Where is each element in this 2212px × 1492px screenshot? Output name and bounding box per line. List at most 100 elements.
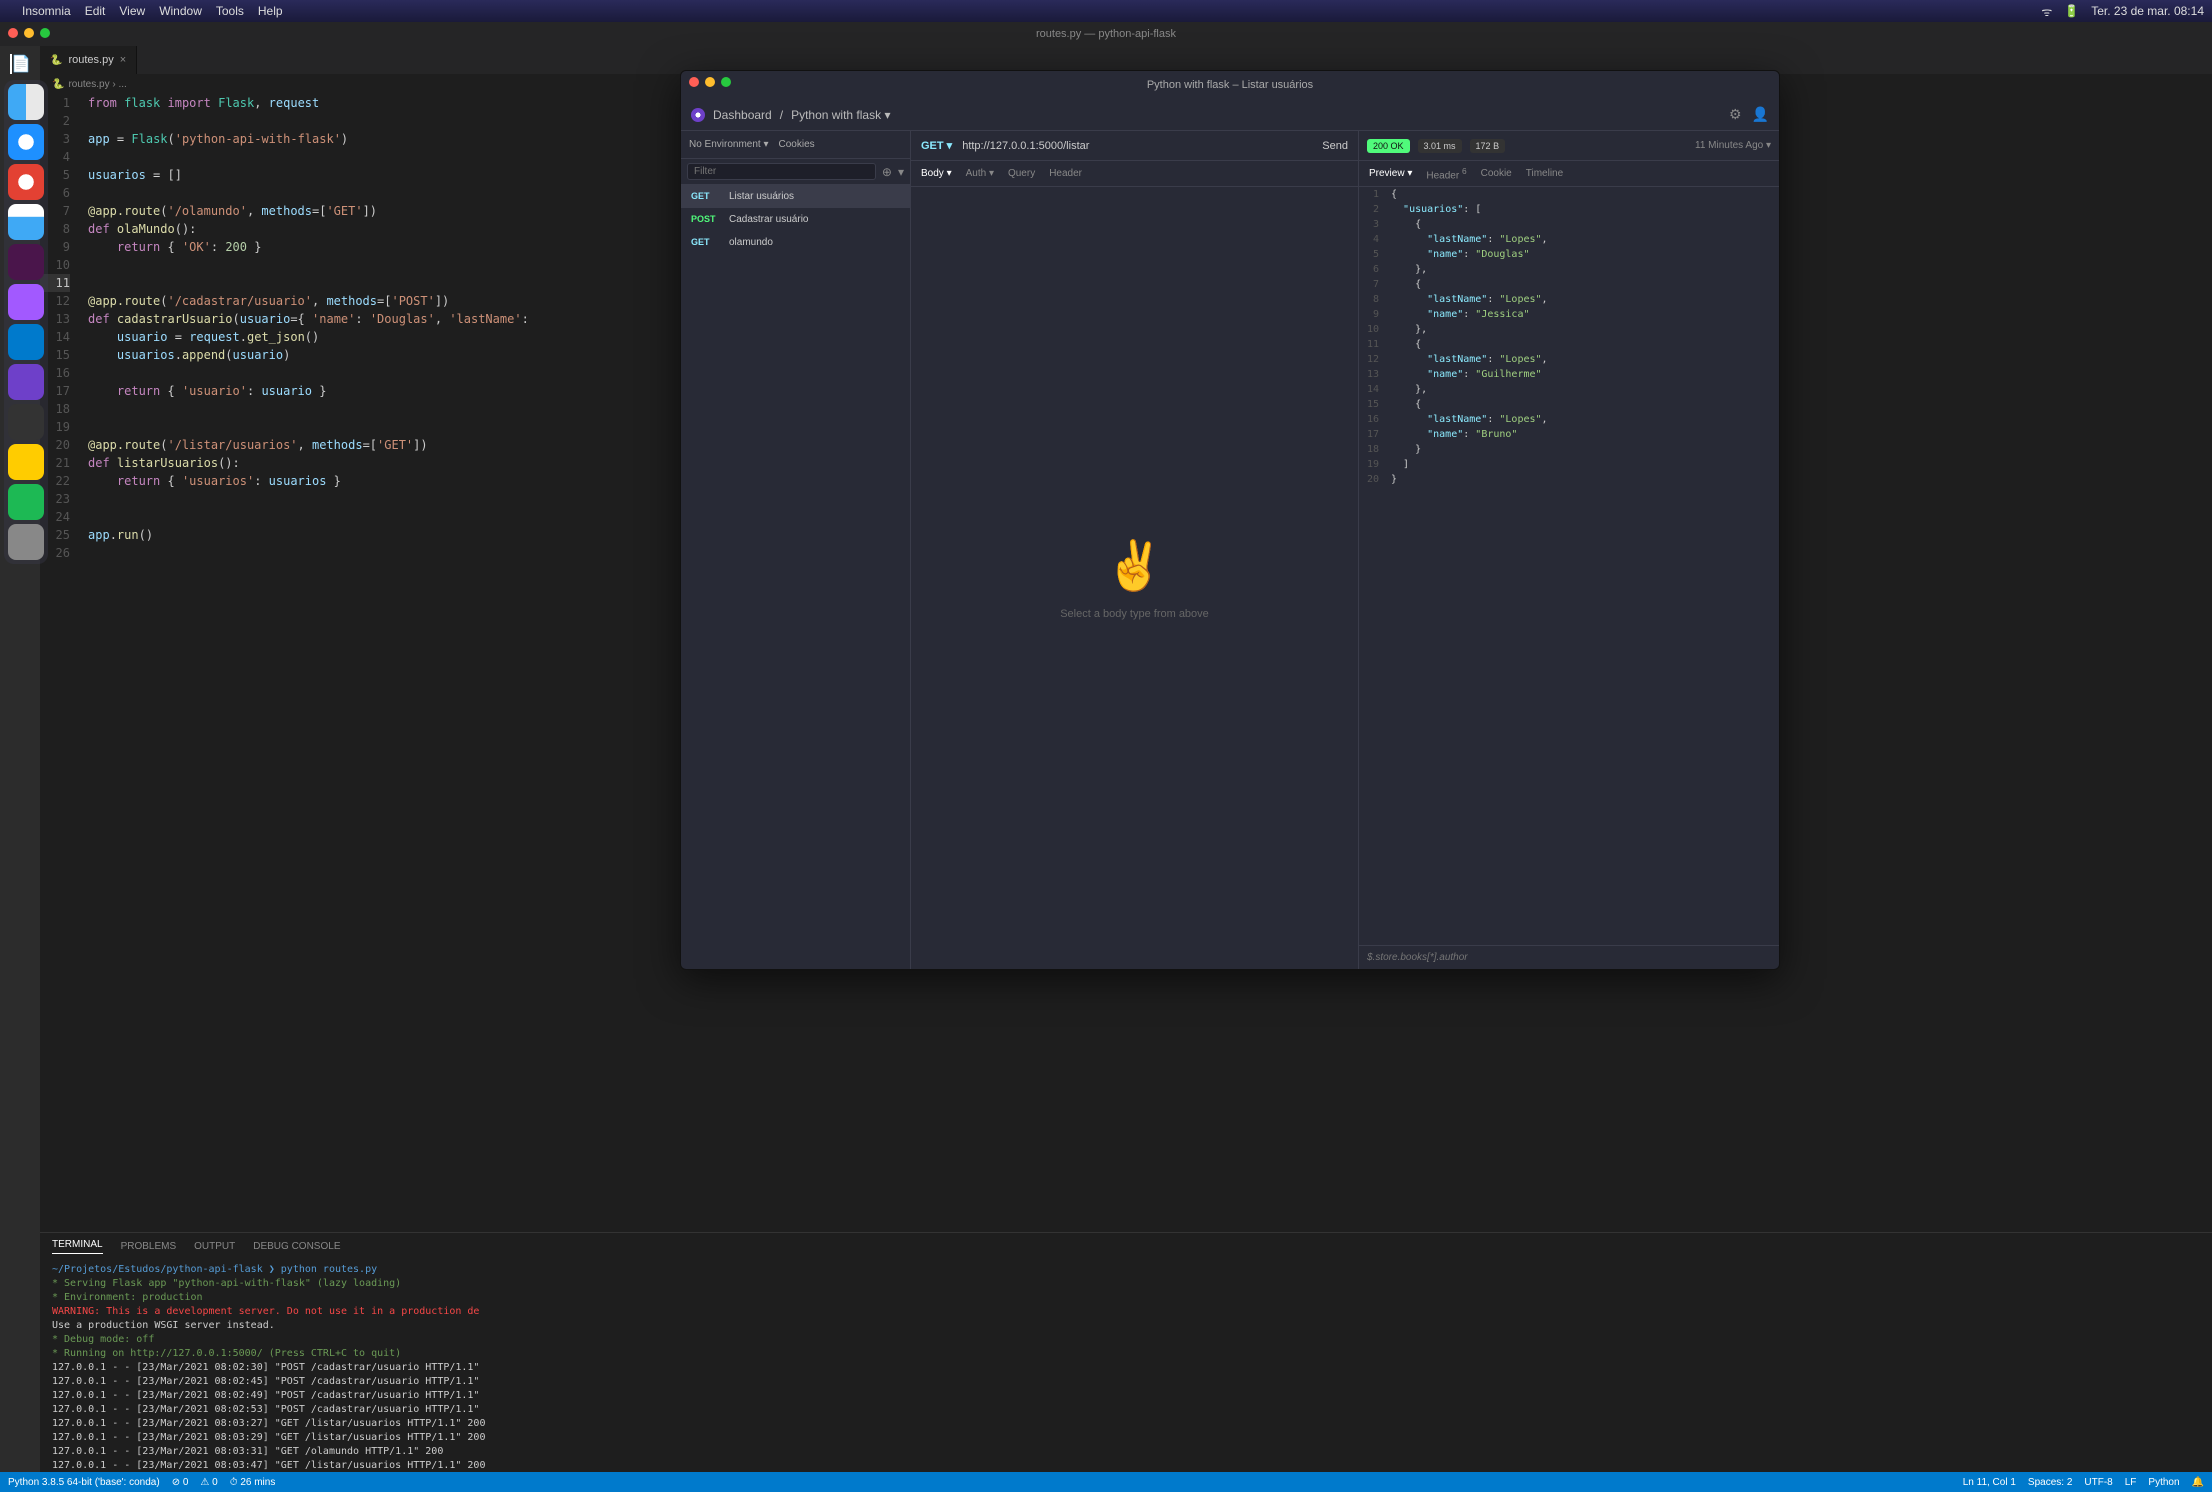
app-name[interactable]: Insomnia <box>22 4 71 18</box>
maximize-window-button[interactable] <box>721 77 731 87</box>
menu-help[interactable]: Help <box>258 4 283 18</box>
dock-notes-icon[interactable] <box>8 444 44 480</box>
dock-terminal-icon[interactable] <box>8 404 44 440</box>
dock-insomnia-icon[interactable] <box>8 364 44 400</box>
tab-cookie[interactable]: Cookie <box>1481 168 1512 179</box>
minimize-window-button[interactable] <box>705 77 715 87</box>
window-title: Python with flask – Listar usuários <box>1147 79 1313 91</box>
tab-routes-py[interactable]: routes.py × <box>40 46 137 74</box>
menu-tools[interactable]: Tools <box>216 4 244 18</box>
session-time[interactable]: ⏱ 26 mins <box>230 1477 276 1488</box>
insomnia-window: Python with flask – Listar usuários Dash… <box>680 70 1780 970</box>
clock[interactable]: Ter. 23 de mar. 08:14 <box>2091 4 2204 18</box>
dock-mail-icon[interactable] <box>8 204 44 240</box>
wifi-icon[interactable]: ᯤ <box>2041 3 2052 20</box>
body-hint: Select a body type from above <box>1060 608 1209 620</box>
dock-slack-icon[interactable] <box>8 244 44 280</box>
breadcrumb-dashboard[interactable]: Dashboard <box>713 108 772 122</box>
environment-selector[interactable]: No Environment ▾ <box>689 139 769 150</box>
close-tab-icon[interactable]: × <box>120 54 126 66</box>
jsonpath-input[interactable] <box>1367 952 1771 963</box>
response-body[interactable]: 1234567891011121314151617181920 { "usuar… <box>1359 187 1779 945</box>
dock-vscode-icon[interactable] <box>8 324 44 360</box>
user-icon[interactable]: 👤 <box>1752 106 1769 123</box>
tab-terminal[interactable]: TERMINAL <box>52 1239 103 1254</box>
add-request-icon[interactable]: ⊕ <box>882 165 892 179</box>
tab-problems[interactable]: PROBLEMS <box>121 1241 177 1252</box>
send-button[interactable]: Send <box>1312 140 1358 152</box>
history-dropdown[interactable]: 11 Minutes Ago ▾ <box>1695 140 1771 151</box>
terminal-panel: TERMINAL PROBLEMS OUTPUT DEBUG CONSOLE ~… <box>40 1232 2212 1472</box>
tab-header[interactable]: Header 6 <box>1426 166 1466 181</box>
tab-auth[interactable]: Auth ▾ <box>966 168 994 179</box>
insomnia-header: Dashboard / Python with flask ▾ ⚙ 👤 <box>681 99 1779 131</box>
request-cadastrar-usuario[interactable]: POST Cadastrar usuário <box>681 208 910 231</box>
error-count[interactable]: ⊘ 0 <box>172 1477 189 1488</box>
request-pane: GET ▾ Send Body ▾ Auth ▾ Query Header ✌ … <box>911 131 1359 969</box>
indent[interactable]: Spaces: 2 <box>2028 1477 2072 1488</box>
notifications-icon[interactable]: 🔔 <box>2192 1477 2204 1488</box>
tab-debug-console[interactable]: DEBUG CONSOLE <box>253 1241 340 1252</box>
request-olamundo[interactable]: GET olamundo <box>681 231 910 254</box>
statusbar: Python 3.8.5 64-bit ('base': conda) ⊘ 0 … <box>0 1472 2212 1492</box>
language-mode[interactable]: Python <box>2148 1477 2179 1488</box>
url-input[interactable] <box>962 140 1312 152</box>
response-line-gutter: 1234567891011121314151617181920 <box>1359 187 1385 945</box>
insomnia-logo-icon[interactable] <box>691 108 705 122</box>
encoding[interactable]: UTF-8 <box>2084 1477 2112 1488</box>
filter-bar: ⊕ ▾ <box>681 159 910 185</box>
window-title: routes.py — python-api-flask <box>1036 28 1176 40</box>
tab-timeline[interactable]: Timeline <box>1526 168 1563 179</box>
body-empty-state: ✌ Select a body type from above <box>911 187 1358 969</box>
insomnia-titlebar: Python with flask – Listar usuários <box>681 71 1779 99</box>
close-window-button[interactable] <box>8 28 18 38</box>
dock-finder-icon[interactable] <box>8 84 44 120</box>
explorer-icon[interactable]: 📄 <box>10 54 30 74</box>
filter-input[interactable] <box>687 163 876 180</box>
environment-bar: No Environment ▾ Cookies <box>681 131 910 159</box>
status-badge: 200 OK <box>1367 139 1410 153</box>
breadcrumb-workspace[interactable]: Python with flask ▾ <box>791 108 890 122</box>
menu-edit[interactable]: Edit <box>85 4 106 18</box>
menu-window[interactable]: Window <box>159 4 202 18</box>
eol[interactable]: LF <box>2125 1477 2137 1488</box>
menu-view[interactable]: View <box>119 4 145 18</box>
hand-icon: ✌ <box>1105 537 1165 594</box>
battery-icon[interactable]: 🔋 <box>2064 4 2079 18</box>
python-file-icon <box>50 54 62 66</box>
cursor-position[interactable]: Ln 11, Col 1 <box>1963 1477 2016 1488</box>
response-pane: 200 OK 3.01 ms 172 B 11 Minutes Ago ▾ Pr… <box>1359 131 1779 969</box>
python-file-icon: 🐍 <box>52 79 64 90</box>
dock-spotify-icon[interactable] <box>8 484 44 520</box>
warning-count[interactable]: ⚠ 0 <box>200 1477 217 1488</box>
method-badge: GET <box>691 191 721 202</box>
maximize-window-button[interactable] <box>40 28 50 38</box>
method-dropdown[interactable]: GET ▾ <box>911 139 962 152</box>
dock-figma-icon[interactable] <box>8 284 44 320</box>
dock-chrome-icon[interactable] <box>8 164 44 200</box>
cookies-button[interactable]: Cookies <box>779 139 815 150</box>
panel-tabs: TERMINAL PROBLEMS OUTPUT DEBUG CONSOLE <box>40 1233 2212 1259</box>
tab-query[interactable]: Query <box>1008 168 1035 179</box>
vscode-titlebar: routes.py — python-api-flask <box>0 22 2212 46</box>
request-name: Listar usuários <box>729 191 794 202</box>
request-name: Cadastrar usuário <box>729 214 808 225</box>
dock-trash-icon[interactable] <box>8 524 44 560</box>
dock-safari-icon[interactable] <box>8 124 44 160</box>
tab-body[interactable]: Body ▾ <box>921 168 952 179</box>
response-json: { "usuarios": [ { "lastName": "Lopes", "… <box>1385 187 1779 945</box>
close-window-button[interactable] <box>689 77 699 87</box>
size-badge: 172 B <box>1470 139 1506 153</box>
minimize-window-button[interactable] <box>24 28 34 38</box>
tab-output[interactable]: OUTPUT <box>194 1241 235 1252</box>
tab-preview[interactable]: Preview ▾ <box>1369 168 1412 179</box>
chevron-down-icon[interactable]: ▾ <box>898 165 904 179</box>
gear-icon[interactable]: ⚙ <box>1729 106 1742 123</box>
response-tabs: Preview ▾ Header 6 Cookie Timeline <box>1359 161 1779 187</box>
request-listar-usuarios[interactable]: GET Listar usuários <box>681 185 910 208</box>
terminal-output[interactable]: ~/Projetos/Estudos/python-api-flask ❯ py… <box>40 1259 2212 1472</box>
tab-label: routes.py <box>68 54 113 66</box>
response-bar: 200 OK 3.01 ms 172 B 11 Minutes Ago ▾ <box>1359 131 1779 161</box>
python-interpreter[interactable]: Python 3.8.5 64-bit ('base': conda) <box>8 1477 160 1488</box>
tab-header[interactable]: Header <box>1049 168 1082 179</box>
